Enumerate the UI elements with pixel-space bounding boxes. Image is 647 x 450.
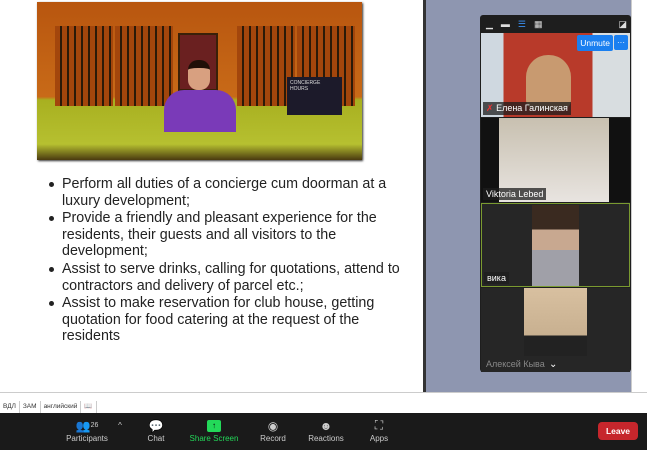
apps-icon: ⛶	[374, 418, 384, 432]
status-item: ЗАМ	[20, 401, 41, 413]
video-panel: ▁ ▬ ☰ ▦ ◪ Unmute ··· ✗ Елена Галинская V…	[480, 15, 631, 372]
record-button[interactable]: ◉ Record	[255, 417, 291, 444]
record-icon: ◉	[267, 418, 279, 433]
muted-mic-icon: ✗	[486, 103, 494, 113]
concierge-sign: CONCIERGE HOURS	[287, 77, 342, 115]
participant-name: Алексей Кыва	[486, 359, 545, 369]
more-button[interactable]: ···	[614, 35, 628, 50]
reactions-label: Reactions	[308, 434, 344, 443]
speaker-view-icon[interactable]: ☰	[518, 19, 526, 30]
status-item: ВДЛ	[0, 401, 20, 413]
chat-button[interactable]: 💬 Chat	[140, 417, 172, 444]
bullet-list: Perform all duties of a concierge cum do…	[48, 176, 408, 346]
apps-button[interactable]: ⛶ Apps	[365, 417, 393, 443]
chevron-down-icon[interactable]: ⌄	[549, 359, 557, 370]
participants-count: 26	[90, 422, 99, 429]
hide-video-icon[interactable]: ▬	[501, 19, 510, 29]
book-icon: 📖	[81, 401, 97, 413]
bullet-item: Assist to make reservation for club hous…	[48, 295, 408, 345]
bullet-item: Provide a friendly and pleasant experien…	[48, 210, 408, 260]
video-tile[interactable]: Алексей Кыва ⌄	[481, 288, 630, 372]
reactions-icon: ☻	[319, 418, 333, 433]
bullet-item: Perform all duties of a concierge cum do…	[48, 176, 408, 209]
chat-label: Chat	[147, 434, 165, 443]
participant-name: Viktoria Lebed	[483, 188, 547, 200]
participant-name: Елена Галинская	[496, 103, 568, 113]
reactions-button[interactable]: ☻ Reactions	[305, 417, 347, 444]
shared-slide: CONCIERGE HOURS Perform all duties of a …	[0, 0, 423, 392]
status-bar: ВДЛ ЗАМ английский 📖	[0, 392, 647, 413]
chat-icon: 💬	[148, 418, 164, 433]
share-screen-button[interactable]: ↑ Share Screen	[188, 417, 240, 443]
participants-label: Participants	[66, 434, 108, 443]
share-screen-label: Share Screen	[189, 434, 239, 443]
meeting-toolbar: 👥 26 Participants ^ 💬 Chat ↑ Share Screen…	[0, 413, 647, 450]
participants-icon: 👥	[75, 418, 91, 433]
share-screen-icon: ↑	[207, 419, 221, 432]
video-tile-active[interactable]: вика	[481, 203, 630, 287]
participant-name: вика	[484, 272, 509, 284]
minimize-icon[interactable]: ▁	[486, 19, 493, 30]
video-tile[interactable]: Viktoria Lebed	[481, 118, 630, 202]
participants-button[interactable]: 👥 26 Participants	[62, 417, 112, 444]
bullet-item: Assist to serve drinks, calling for quot…	[48, 261, 408, 294]
language-indicator: английский	[41, 401, 82, 413]
exit-fullscreen-icon[interactable]: ◪	[618, 19, 627, 30]
video-tile[interactable]: Unmute ··· ✗ Елена Галинская	[481, 33, 630, 117]
gallery-view-icon[interactable]: ▦	[534, 19, 543, 30]
leave-button[interactable]: Leave	[598, 422, 638, 440]
unmute-button[interactable]: Unmute	[577, 35, 613, 51]
record-label: Record	[260, 434, 286, 443]
scrollbar[interactable]	[631, 0, 647, 392]
apps-label: Apps	[369, 434, 389, 443]
participants-options-caret[interactable]: ^	[114, 417, 126, 434]
slide-image: CONCIERGE HOURS	[37, 2, 362, 160]
